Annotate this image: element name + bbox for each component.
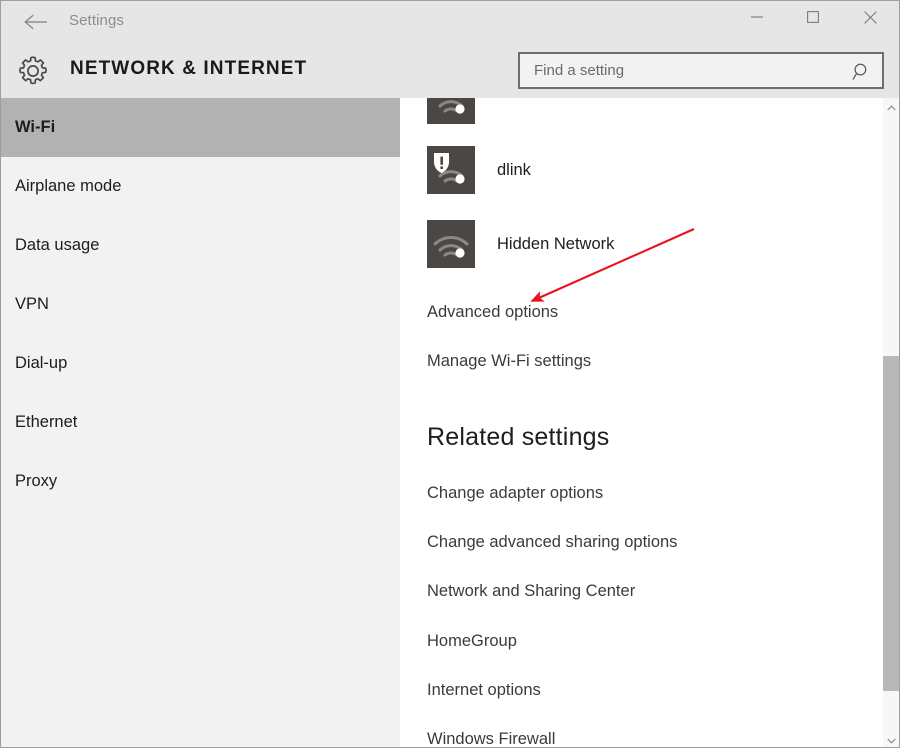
minimize-icon — [751, 11, 763, 23]
sidebar-item-data-usage[interactable]: Data usage — [1, 216, 400, 275]
search-icon[interactable] — [852, 62, 872, 82]
maximize-button[interactable] — [790, 1, 836, 33]
sidebar-item-wi-fi[interactable]: Wi-Fi — [1, 98, 400, 157]
sidebar-item-label: Airplane mode — [15, 177, 122, 195]
window-title: Settings — [69, 12, 124, 29]
internet-options-link[interactable]: Internet options — [427, 681, 541, 700]
advanced-options-link[interactable]: Advanced options — [427, 303, 558, 322]
wifi-signal-icon — [427, 220, 475, 268]
back-arrow-icon — [23, 13, 49, 31]
homegroup-link[interactable]: HomeGroup — [427, 632, 517, 651]
scroll-down-button[interactable] — [883, 731, 899, 748]
sidebar-item-airplane-mode[interactable]: Airplane mode — [1, 157, 400, 216]
chevron-down-icon — [886, 731, 896, 748]
sidebar-item-label: Dial-up — [15, 354, 68, 372]
sidebar-item-proxy[interactable]: Proxy — [1, 452, 400, 511]
sidebar-nav: Wi-Fi Airplane mode Data usage VPN Dial-… — [1, 98, 400, 747]
scroll-up-button[interactable] — [883, 98, 899, 115]
windows-firewall-link[interactable]: Windows Firewall — [427, 730, 555, 747]
title-bar: Settings — [1, 1, 899, 42]
search-placeholder: Find a setting — [534, 62, 625, 79]
network-list-item[interactable]: Hidden Network — [427, 220, 614, 268]
settings-window: Settings NETWORK & INTERNET Find a setti… — [0, 0, 900, 748]
sidebar-item-label: Proxy — [15, 472, 58, 490]
header-bar: NETWORK & INTERNET Find a setting — [1, 42, 899, 98]
close-icon — [863, 10, 877, 24]
change-adapter-options-link[interactable]: Change adapter options — [427, 484, 603, 503]
maximize-icon — [807, 11, 819, 23]
related-settings-heading: Related settings — [427, 423, 610, 451]
network-list-item[interactable] — [427, 98, 497, 124]
scroll-thumb[interactable] — [883, 356, 899, 691]
content-scrollbar[interactable] — [883, 98, 899, 748]
wifi-signal-icon — [427, 98, 475, 124]
sidebar-item-label: Data usage — [15, 236, 100, 254]
manage-wifi-settings-link[interactable]: Manage Wi-Fi settings — [427, 352, 591, 371]
close-button[interactable] — [847, 1, 893, 33]
network-and-sharing-center-link[interactable]: Network and Sharing Center — [427, 582, 635, 601]
gear-icon — [15, 53, 55, 89]
sidebar-item-dial-up[interactable]: Dial-up — [1, 334, 400, 393]
sidebar-item-vpn[interactable]: VPN — [1, 275, 400, 334]
search-input[interactable]: Find a setting — [518, 52, 884, 89]
sidebar-item-ethernet[interactable]: Ethernet — [1, 393, 400, 452]
change-advanced-sharing-options-link[interactable]: Change advanced sharing options — [427, 533, 677, 552]
wifi-signal-warning-icon — [427, 146, 475, 194]
back-button[interactable] — [15, 5, 57, 39]
sidebar-item-label: Wi-Fi — [15, 118, 56, 136]
network-name: Hidden Network — [497, 234, 615, 253]
network-list-item[interactable]: dlink — [427, 146, 531, 194]
sidebar-item-label: Ethernet — [15, 413, 78, 431]
content-pane: dlink Hidden Network Advanced options Ma… — [400, 98, 899, 747]
page-title: NETWORK & INTERNET — [70, 58, 308, 79]
sidebar-item-label: VPN — [15, 295, 49, 313]
chevron-up-icon — [886, 98, 896, 116]
minimize-button[interactable] — [734, 1, 780, 33]
network-name: dlink — [497, 160, 531, 179]
